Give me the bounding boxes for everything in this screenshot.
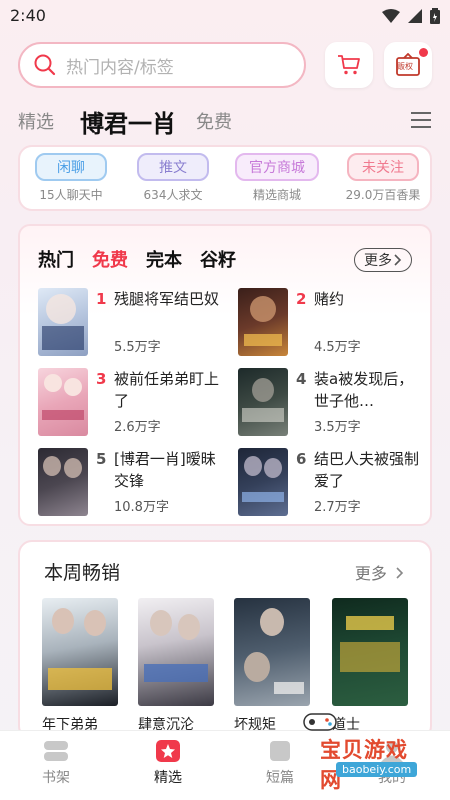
book-cover — [238, 448, 288, 516]
book-item[interactable]: 6 结巴人夫被强制爱了 2.7万字 — [238, 448, 428, 518]
quick-chat-sub: 15人聊天中 — [39, 188, 103, 202]
book-cover — [42, 598, 118, 706]
quick-recommend-label: 推文 — [137, 153, 209, 181]
book-cover — [234, 598, 310, 706]
hot-tab-free[interactable]: 免费 — [92, 246, 128, 272]
short-stories-icon — [270, 741, 290, 761]
book-rank: 2 — [296, 290, 307, 308]
book-word-count: 2.6万字 — [114, 420, 161, 435]
nav-bookshelf[interactable]: 书架 — [26, 739, 86, 787]
bookshelf-icon — [44, 741, 68, 761]
book-cover — [38, 448, 88, 516]
book-item[interactable]: 2 赌约 4.5万字 — [238, 288, 428, 358]
book-word-count: 3.5万字 — [314, 420, 361, 435]
weekly-book[interactable]: 坏规矩 — [234, 598, 312, 734]
quick-actions-card: 闲聊 15人聊天中 推文 634人求文 官方商城 精选商城 未关注 29.0万百… — [18, 145, 432, 211]
book-cover — [238, 288, 288, 356]
book-title: 装a被发现后，世子他… — [314, 370, 414, 410]
cart-icon — [338, 55, 360, 75]
book-title: 赌约 — [314, 290, 345, 308]
status-bar: 2:40 — [0, 0, 450, 32]
quick-chat-label: 闲聊 — [35, 153, 107, 181]
weekly-bestseller-card: 本周畅销 更多 年下弟弟 肆意沉沦 坏规矩 道士 — [18, 540, 432, 740]
book-item[interactable]: 3 被前任弟弟盯上了 2.6万字 — [38, 368, 228, 438]
signal-icon — [408, 9, 422, 23]
watermark-url: baobeiy.com — [336, 762, 418, 777]
hot-tab-completed[interactable]: 完本 — [146, 246, 182, 272]
menu-icon[interactable] — [410, 110, 432, 130]
quick-store-label: 官方商城 — [235, 153, 319, 181]
weekly-book[interactable]: 年下弟弟 — [42, 598, 120, 734]
nav-featured-label: 精选 — [154, 770, 182, 786]
book-rank: 3 — [96, 370, 107, 388]
nav-bookshelf-label: 书架 — [42, 770, 70, 786]
weekly-title: 本周畅销 — [44, 562, 121, 584]
book-item[interactable]: 1 残腿将军结巴奴 5.5万字 — [38, 288, 228, 358]
book-rank: 4 — [296, 370, 307, 388]
quick-chat[interactable]: 闲聊 15人聊天中 — [28, 153, 114, 203]
weekly-book[interactable]: 道士 — [332, 598, 410, 734]
cart-button[interactable] — [325, 42, 373, 88]
book-title: 结巴人夫被强制爱了 — [314, 450, 420, 490]
nav-short-stories-label: 短篇 — [266, 770, 294, 786]
tab-free[interactable]: 免费 — [196, 108, 232, 134]
site-watermark: 宝贝游戏网 baobeiy.com — [303, 713, 426, 792]
hot-more-label: 更多 — [364, 253, 392, 269]
copyright-button[interactable]: 贩权 — [384, 42, 432, 88]
status-icons — [382, 8, 440, 24]
quick-recommend[interactable]: 推文 634人求文 — [130, 153, 216, 203]
book-cover — [138, 598, 214, 706]
book-word-count: 4.5万字 — [314, 340, 361, 355]
chevron-right-icon — [396, 567, 404, 579]
featured-star-icon — [156, 740, 180, 762]
battery-icon — [430, 8, 440, 24]
tab-bojun-yixiao[interactable]: 博君一肖 — [80, 104, 176, 139]
quick-unfollowed[interactable]: 未关注 29.0万百香果 — [336, 153, 430, 203]
top-tabs: 精选 博君一肖 免费 — [18, 104, 432, 139]
chevron-right-icon — [394, 254, 402, 266]
book-item[interactable]: 5 [博君一肖]暧昧交锋 10.8万字 — [38, 448, 228, 518]
book-rank: 6 — [296, 450, 307, 468]
book-word-count: 2.7万字 — [314, 500, 361, 515]
book-word-count: 10.8万字 — [114, 500, 169, 515]
quick-recommend-sub: 634人求文 — [143, 188, 203, 202]
hot-books-card: 热门 免费 完本 谷籽 更多 1 残腿将军结巴奴 5.5万字 2 赌约 4.5万… — [18, 224, 432, 526]
book-title: 被前任弟弟盯上了 — [114, 370, 220, 410]
tab-jingxuan[interactable]: 精选 — [18, 108, 54, 134]
nav-featured[interactable]: 精选 — [138, 739, 198, 787]
book-rank: 5 — [96, 450, 107, 468]
status-time: 2:40 — [10, 6, 46, 25]
nav-short-stories[interactable]: 短篇 — [250, 739, 310, 787]
book-cover — [238, 368, 288, 436]
gamepad-icon — [303, 713, 337, 731]
book-title: [博君一肖]暧昧交锋 — [114, 450, 216, 490]
hot-tab-guzi[interactable]: 谷籽 — [200, 246, 236, 272]
notification-dot — [419, 48, 428, 57]
book-cover — [38, 368, 88, 436]
hot-more-button[interactable]: 更多 — [354, 248, 412, 272]
search-placeholder: 热门内容/标签 — [66, 57, 174, 78]
copyright-badge-text: 贩权 — [397, 62, 413, 71]
quick-store[interactable]: 官方商城 精选商城 — [234, 153, 320, 203]
quick-unfollowed-label: 未关注 — [347, 153, 419, 181]
quick-unfollowed-sub: 29.0万百香果 — [345, 188, 421, 202]
quick-store-sub: 精选商城 — [252, 188, 301, 202]
search-icon — [34, 54, 56, 76]
book-cover — [38, 288, 88, 356]
weekly-book[interactable]: 肆意沉沦 — [138, 598, 216, 734]
weekly-more-button[interactable]: 更多 — [355, 560, 404, 584]
book-word-count: 5.5万字 — [114, 340, 161, 355]
search-input[interactable]: 热门内容/标签 — [18, 42, 306, 88]
book-title: 残腿将军结巴奴 — [114, 290, 220, 308]
book-rank: 1 — [96, 290, 107, 308]
book-cover — [332, 598, 408, 706]
book-item[interactable]: 4 装a被发现后，世子他… 3.5万字 — [238, 368, 428, 438]
weekly-more-label: 更多 — [354, 564, 387, 583]
hot-tab-popular[interactable]: 热门 — [38, 246, 74, 272]
wifi-icon — [382, 9, 400, 23]
